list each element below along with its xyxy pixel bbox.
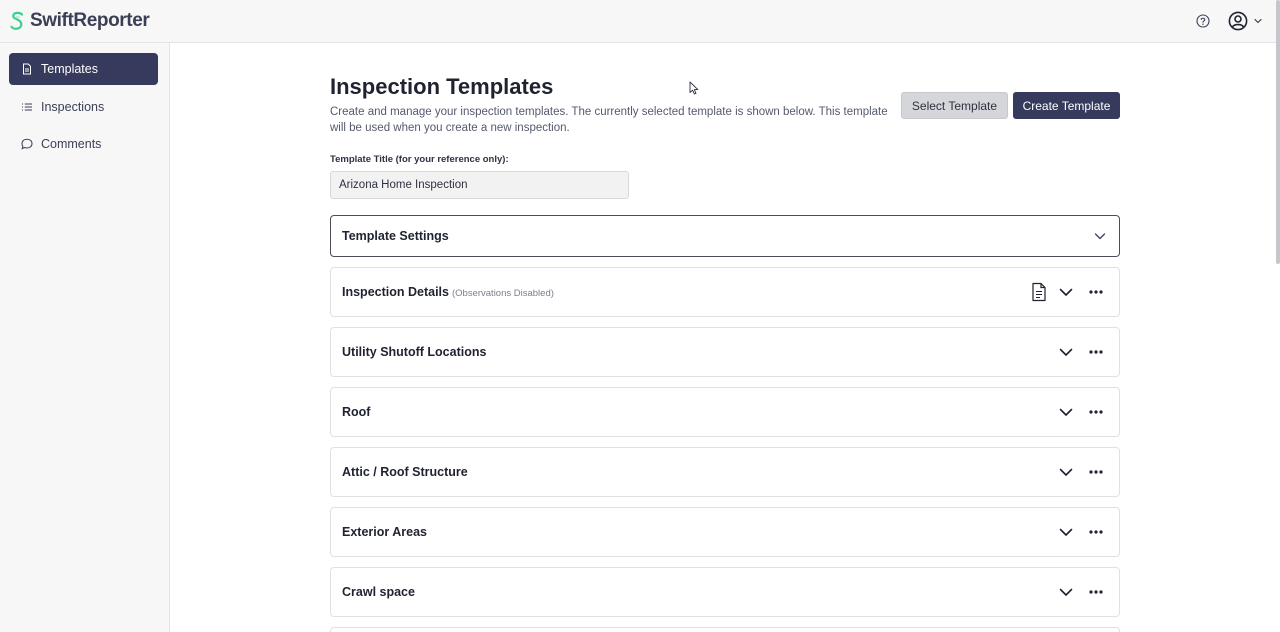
chat-bubble-icon [21,138,33,150]
chevron-down-icon [1254,18,1262,24]
document-icon[interactable] [1031,282,1047,302]
section-panel-roof[interactable]: Roof [330,387,1120,437]
section-title: Utility Shutoff Locations [342,345,487,359]
template-title-label: Template Title (for your reference only)… [330,154,509,165]
more-options-icon[interactable] [1088,589,1104,595]
list-icon [22,103,32,111]
chevron-down-icon[interactable] [1059,285,1073,299]
help-icon[interactable] [1196,14,1210,28]
chevron-down-icon[interactable] [1059,345,1073,359]
sidebar-item-comments[interactable]: Comments [9,128,158,160]
page-scrollbar[interactable] [1276,0,1280,264]
sidebar-item-inspections[interactable]: Inspections [9,91,158,123]
chevron-down-icon[interactable] [1059,585,1073,599]
sidebar-item-label: Inspections [41,100,105,114]
chevron-down-icon[interactable] [1093,229,1107,243]
section-panel-next[interactable] [330,627,1120,632]
section-panel-crawl-space[interactable]: Crawl space [330,567,1120,617]
sidebar-item-label: Templates [41,62,98,76]
page-description: Create and manage your inspection templa… [330,106,888,134]
more-options-icon[interactable] [1088,409,1104,415]
brand-name: SwiftReporter [30,10,150,31]
top-bar: SwiftReporter [0,0,1280,43]
document-icon [23,63,31,75]
section-note: (Observations Disabled) [451,288,554,299]
brand-mark-icon [10,11,24,30]
section-title: Roof [342,405,371,419]
section-title: Crawl space [342,585,415,599]
sidebar: Templates Inspections Comments [0,43,170,632]
sidebar-item-templates[interactable]: Templates [9,53,158,85]
chevron-down-icon[interactable] [1059,405,1073,419]
more-options-icon[interactable] [1088,349,1104,355]
mouse-cursor-icon [689,81,699,95]
sidebar-item-label: Comments [41,137,102,151]
panel-title: Template Settings [342,229,449,243]
section-panel-utility-shutoff-locations[interactable]: Utility Shutoff Locations [330,327,1120,377]
section-panel-attic-roof-structure[interactable]: Attic / Roof Structure [330,447,1120,497]
section-title: Inspection Details (Observations Disabled… [342,285,554,299]
page-title: Inspection Templates [330,74,554,99]
template-settings-panel[interactable]: Template Settings [330,215,1120,257]
section-panel-exterior-areas[interactable]: Exterior Areas [330,507,1120,557]
select-template-button[interactable]: Select Template [901,92,1008,119]
chevron-down-icon[interactable] [1059,525,1073,539]
brand-logo[interactable]: SwiftReporter [9,10,150,32]
section-title: Attic / Roof Structure [342,465,468,479]
section-title: Exterior Areas [342,525,427,539]
more-options-icon[interactable] [1088,469,1104,475]
account-menu-button[interactable] [1228,11,1263,31]
user-circle-icon [1228,11,1248,31]
chevron-down-icon[interactable] [1059,465,1073,479]
more-options-icon[interactable] [1088,289,1104,295]
create-template-button[interactable]: Create Template [1013,92,1120,119]
more-options-icon[interactable] [1088,529,1104,535]
section-panel-inspection-details[interactable]: Inspection Details (Observations Disabled… [330,267,1120,317]
template-title-input[interactable] [330,171,629,199]
section-title-text: Inspection Details [342,285,449,299]
